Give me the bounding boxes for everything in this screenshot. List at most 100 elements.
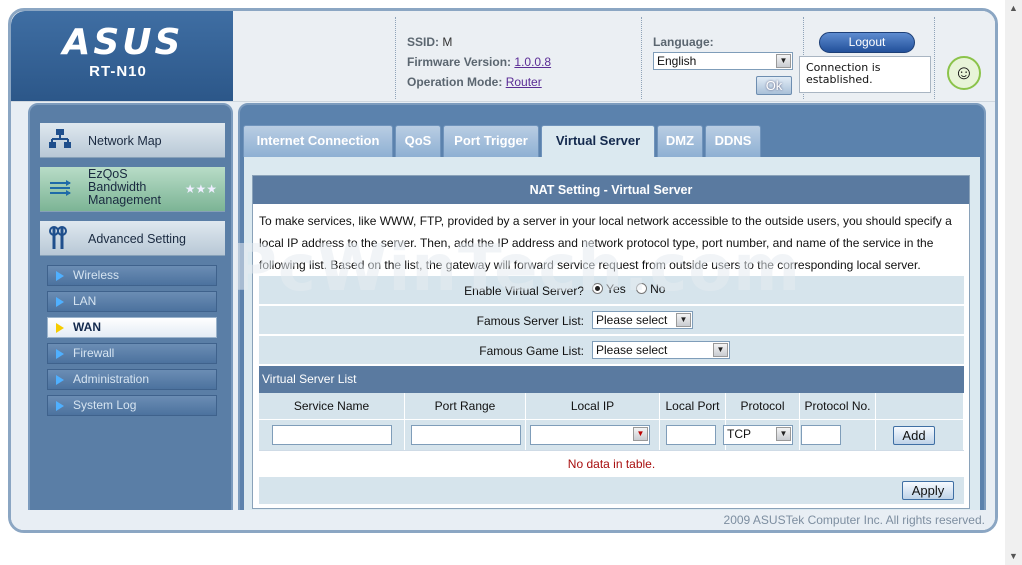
sidebar-item-ezqos[interactable]: EzQoS Bandwidth Management ★★★: [40, 167, 225, 212]
firmware-label: Firmware Version:: [407, 55, 512, 69]
sidebar-item-system-log[interactable]: System Log: [47, 395, 217, 416]
sidebar-item-label: System Log: [73, 398, 137, 412]
tab-ddns[interactable]: DDNS: [705, 125, 761, 157]
protocol-cell: TCP ▼: [723, 419, 800, 450]
enable-yes-radio[interactable]: [592, 283, 603, 294]
no-data-message: No data in table.: [259, 450, 964, 477]
logout-button[interactable]: Logout: [819, 32, 915, 53]
column-header-local-port: Local Port: [660, 393, 726, 419]
firmware-row: Firmware Version: 1.0.0.8: [407, 55, 551, 69]
operation-mode-row: Operation Mode: Router: [407, 75, 542, 89]
enable-radio-group: Yes No: [592, 282, 665, 296]
local-port-input[interactable]: [666, 425, 716, 445]
header-divider: [934, 17, 935, 99]
triangle-right-icon: [56, 349, 64, 359]
ezqos-icon: [48, 177, 74, 205]
protocol-value: TCP: [727, 427, 751, 441]
chevron-down-icon: ▼: [776, 427, 791, 441]
tab-virtual-server[interactable]: Virtual Server: [541, 125, 655, 158]
local-ip-input[interactable]: ▼: [530, 425, 650, 445]
brand-logo: ASUS: [62, 22, 184, 63]
tab-dmz[interactable]: DMZ: [657, 125, 703, 157]
assistant-face-icon: ☺: [947, 56, 981, 90]
form-description: To make services, like WWW, FTP, provide…: [259, 214, 952, 272]
operation-mode-link[interactable]: Router: [506, 75, 542, 89]
form-title: NAT Setting - Virtual Server: [253, 176, 969, 204]
enable-virtual-server-row: Enable Virtual Server? Yes No: [259, 276, 964, 305]
router-admin-window: ASUS RT-N10 SSID: M Firmware Version: 1.…: [8, 8, 998, 533]
tab-qos[interactable]: QoS: [395, 125, 441, 157]
enable-yes-label: Yes: [606, 282, 626, 296]
add-button[interactable]: Add: [893, 426, 935, 445]
footer: 2009 ASUSTek Computer Inc. All rights re…: [11, 510, 995, 530]
protocol-no-cell: [800, 419, 876, 450]
protocol-no-input[interactable]: [801, 425, 841, 445]
service-name-cell: [259, 419, 405, 450]
famous-game-select[interactable]: Please select ▼: [592, 341, 730, 359]
star-icon: ★★★: [184, 182, 217, 196]
virtual-server-list-title: Virtual Server List: [259, 366, 964, 393]
sidebar-item-label: Firewall: [73, 346, 115, 360]
chevron-down-icon: ▼: [676, 313, 691, 327]
port-range-cell: [405, 419, 526, 450]
sidebar-item-label: Advanced Setting: [88, 232, 186, 246]
triangle-right-icon: [56, 401, 64, 411]
triangle-right-icon: [56, 375, 64, 385]
column-header-protocol: Protocol: [726, 393, 800, 419]
tab-internet-connection[interactable]: Internet Connection: [243, 125, 393, 157]
logo-area: ASUS RT-N10: [11, 11, 233, 101]
apply-button[interactable]: Apply: [902, 481, 954, 500]
triangle-right-icon: [56, 271, 64, 281]
chevron-down-icon[interactable]: ▼: [633, 427, 648, 441]
sidebar-item-administration[interactable]: Administration: [47, 369, 217, 390]
famous-server-label: Famous Server List:: [476, 314, 584, 328]
sidebar-item-firewall[interactable]: Firewall: [47, 343, 217, 364]
sidebar-item-label: LAN: [73, 294, 97, 308]
sidebar-item-wan[interactable]: WAN: [47, 317, 217, 338]
tab-port-trigger[interactable]: Port Trigger: [443, 125, 539, 157]
triangle-right-icon: [56, 297, 64, 307]
firmware-link[interactable]: 1.0.0.8: [514, 55, 551, 69]
local-port-cell: [660, 419, 726, 450]
virtual-server-form: NAT Setting - Virtual Server To make ser…: [252, 175, 970, 509]
wrench-icon: [48, 225, 70, 257]
add-cell: Add: [876, 419, 964, 450]
sidebar-item-lan[interactable]: LAN: [47, 291, 217, 312]
sidebar: Network Map EzQoS Bandwidth Management ★…: [28, 103, 233, 526]
column-header-protocol-no: Protocol No.: [800, 393, 876, 419]
ssid-value: M: [442, 35, 453, 49]
service-name-input[interactable]: [272, 425, 392, 445]
famous-game-label: Famous Game List:: [479, 344, 584, 358]
column-header-port-range: Port Range: [405, 393, 526, 419]
scroll-up-icon[interactable]: ▲: [1009, 3, 1018, 13]
famous-game-value: Please select: [596, 343, 668, 357]
scroll-down-icon[interactable]: ▼: [1009, 551, 1018, 561]
column-header-action: [876, 393, 964, 419]
chevron-down-icon: ▼: [776, 54, 791, 68]
famous-game-row: Famous Game List: Please select ▼: [259, 336, 964, 365]
connection-status-bubble: Connection is established.: [799, 56, 931, 93]
language-select[interactable]: English ▼: [653, 52, 793, 70]
ssid-label: SSID:: [407, 35, 440, 49]
sidebar-item-advanced-setting[interactable]: Advanced Setting: [40, 221, 225, 256]
famous-server-select[interactable]: Please select ▼: [592, 311, 693, 329]
header-divider: [641, 17, 642, 99]
triangle-right-icon: [56, 323, 64, 333]
content-panel: Internet Connection QoS Port Trigger Vir…: [238, 103, 986, 528]
column-header-service-name: Service Name: [259, 393, 405, 419]
chevron-down-icon: ▼: [713, 343, 728, 357]
network-map-icon: [48, 127, 72, 157]
header-divider: [395, 17, 396, 99]
sidebar-item-network-map[interactable]: Network Map: [40, 123, 225, 158]
operation-mode-label: Operation Mode:: [407, 75, 503, 89]
sidebar-item-label: EzQoS Bandwidth Management: [88, 167, 161, 207]
sidebar-item-label: Wireless: [73, 268, 120, 282]
scrollbar[interactable]: ▲ ▼: [1005, 0, 1022, 565]
language-ok-button[interactable]: Ok: [756, 76, 792, 95]
enable-no-radio[interactable]: [635, 283, 647, 294]
sidebar-item-wireless[interactable]: Wireless: [47, 265, 217, 286]
port-range-input[interactable]: [411, 425, 521, 445]
protocol-select[interactable]: TCP ▼: [723, 425, 793, 445]
column-header-local-ip: Local IP: [526, 393, 660, 419]
ssid-row: SSID: M: [407, 35, 452, 49]
